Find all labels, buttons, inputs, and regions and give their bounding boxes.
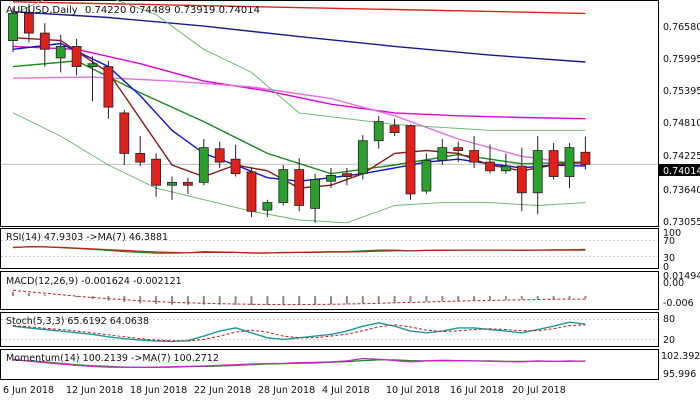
bull-candle (532, 150, 543, 194)
stoch-level-80: 80 (663, 314, 675, 325)
bull-candle (278, 169, 289, 203)
ma-pink-line (12, 76, 586, 166)
date-label: 28 Jun 2018 (258, 385, 315, 396)
bull-candle (421, 159, 432, 192)
bull-candle (310, 179, 321, 209)
bear-candle (405, 125, 416, 195)
momentum-level-bottom: 95.996 (663, 369, 696, 380)
bull-candle (198, 147, 209, 183)
bear-candle (39, 32, 50, 50)
rsi-layer (1, 240, 658, 257)
rsi-level-70: 70 (663, 236, 675, 247)
bear-candle (214, 148, 225, 163)
bear-candle (453, 147, 464, 151)
bear-candle (135, 153, 146, 163)
price-tick-label: 0.75395 (663, 86, 700, 97)
bear-candle (516, 165, 527, 194)
stoch-level-20: 20 (663, 335, 675, 346)
bear-candle (182, 181, 193, 186)
bear-candle (294, 169, 305, 206)
bull-candle (8, 13, 18, 42)
bear-candle (103, 66, 114, 108)
bear-candle (389, 125, 400, 133)
bull-candle (262, 202, 273, 211)
ma-magenta-line (12, 45, 586, 120)
bear-candle (246, 171, 257, 212)
bear-candle (485, 161, 495, 172)
rsi-title: RSI(14) 47.9303 ->MA(7) 46.3881 (6, 232, 168, 243)
bear-candle (71, 45, 82, 68)
current-price-badge-text: 0.74014 (663, 166, 700, 177)
stoch-d-line (12, 324, 586, 342)
date-label: 20 Jul 2018 (512, 385, 566, 396)
date-label: 22 Jun 2018 (194, 385, 251, 396)
main-price-layer (1, 0, 658, 224)
date-axis: 6 Jun 2018 12 Jun 2018 18 Jun 2018 22 Ju… (3, 385, 566, 396)
bull-candle (87, 63, 98, 68)
price-tick-label: 0.73055 (663, 217, 700, 228)
bull-candle (437, 147, 448, 161)
macd-title: MACD(12,26,9) -0.001624 -0.002121 (6, 276, 182, 287)
bear-candle (469, 150, 480, 163)
bear-candle (23, 13, 34, 34)
header-symbol: AUDUSD,Daily (6, 5, 78, 16)
bull-candle (564, 147, 575, 177)
current-price-badge: 0.74014 (659, 164, 700, 177)
stoch-title: Stoch(5,3,3) 65.6192 64.0638 (6, 316, 149, 327)
bear-candle (341, 173, 352, 177)
bull-candle (55, 45, 66, 59)
bear-candle (580, 151, 591, 165)
bear-candle (230, 158, 241, 175)
bull-candle (326, 175, 336, 182)
date-label: 16 Jul 2018 (450, 385, 504, 396)
bull-candle (357, 140, 368, 175)
bull-candle (500, 165, 511, 172)
main-axis: 0.76580 0.75995 0.75395 0.74810 0.74225 … (663, 22, 700, 228)
date-label: 12 Jun 2018 (66, 385, 123, 396)
price-tick-label: 0.75995 (663, 54, 700, 65)
macd-level-zero: 0.00 (663, 278, 684, 289)
momentum-level-top: 102.3921 (661, 351, 700, 362)
date-label: 10 Jul 2018 (386, 385, 440, 396)
date-label: 18 Jun 2018 (130, 385, 187, 396)
main-panel-frame (0, 0, 659, 227)
momentum-title: Momentum(14) 100.2139 ->MA(7) 100.2712 (6, 353, 219, 364)
price-tick-label: 0.74225 (663, 151, 700, 162)
price-tick-label: 0.73640 (663, 185, 700, 196)
bull-candle (167, 181, 177, 186)
date-label: 4 Jul 2018 (322, 385, 370, 396)
date-label: 6 Jun 2018 (3, 385, 54, 396)
macd-layer (12, 289, 587, 306)
bear-candle (151, 158, 162, 186)
bear-candle (548, 150, 559, 177)
price-tick-label: 0.74810 (663, 118, 700, 129)
macd-level-bottom: -0.006 (663, 298, 694, 309)
bear-candle (119, 112, 130, 154)
bull-candle (373, 121, 384, 142)
bb-upper-line (12, 0, 586, 131)
price-tick-label: 0.76580 (663, 22, 700, 33)
header-ohlc: 0.74220 0.74489 0.73919 0.74014 (85, 5, 260, 16)
chart: AUDUSD,Daily 0.74220 0.74489 0.73919 0.7… (0, 0, 700, 396)
